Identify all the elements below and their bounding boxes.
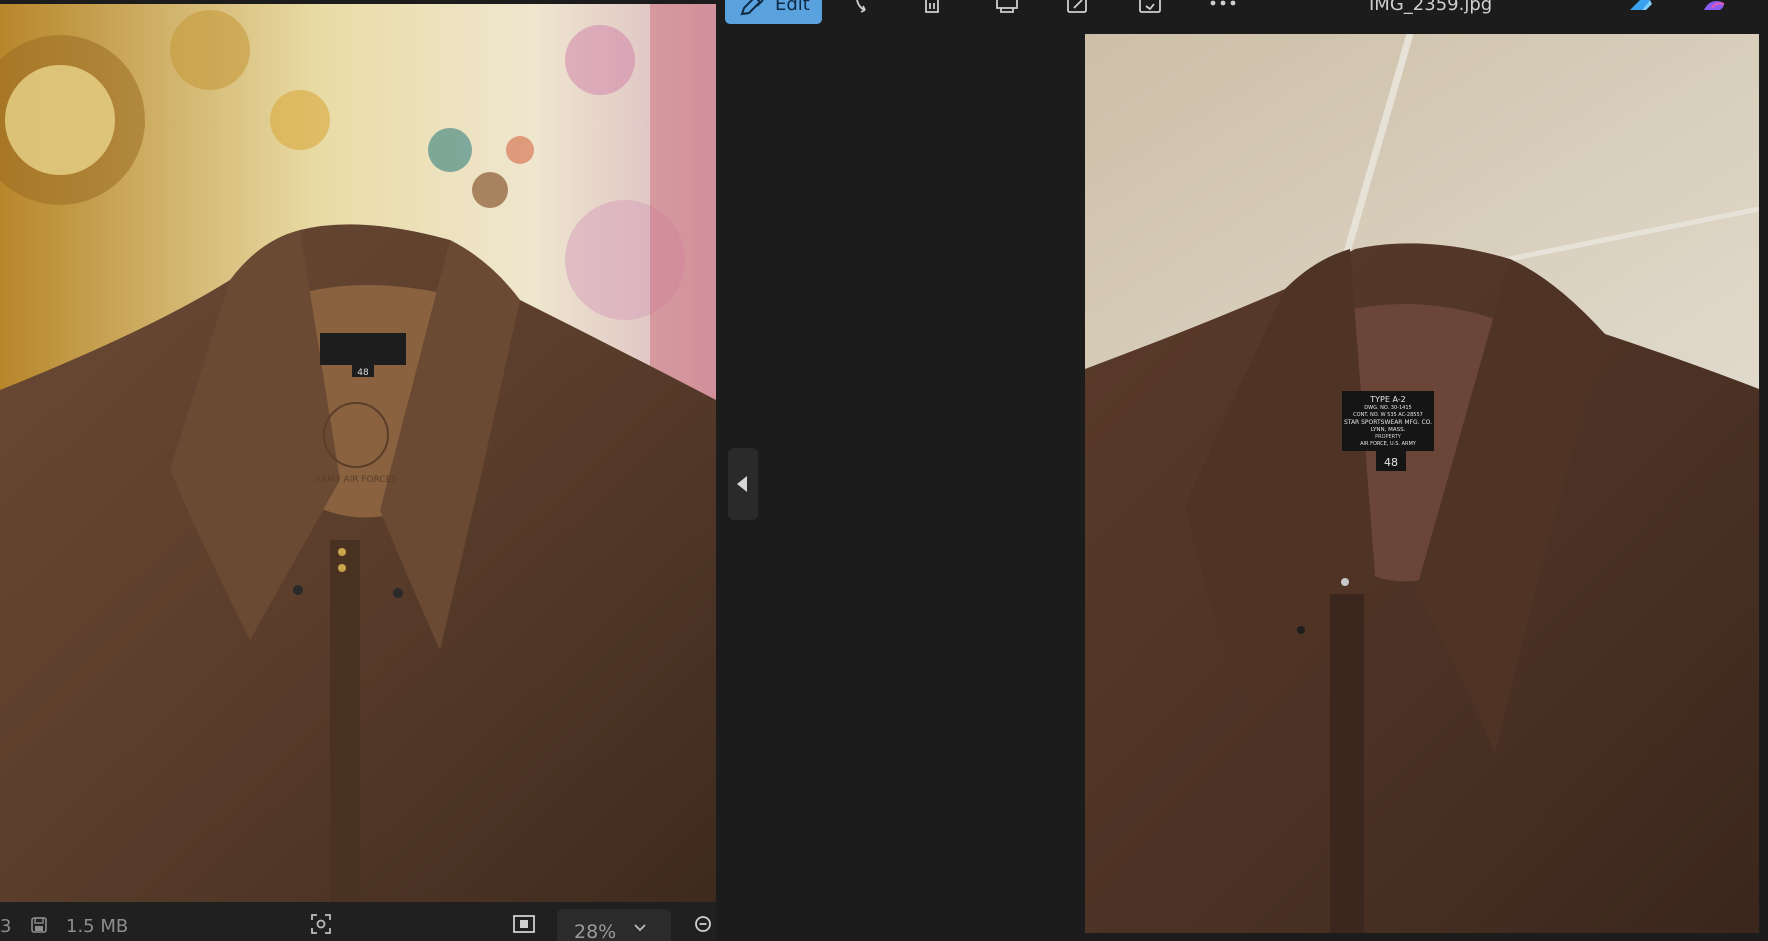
zoom-dropdown[interactable]: 28% [557,909,671,941]
edit-button[interactable]: Edit [725,0,822,24]
previous-image-button[interactable] [728,448,758,520]
desktop: 48 ARMY AIR FORCES 3 1.5 MB 28% Edit IMG… [0,0,1768,941]
previous-arrow-icon [735,475,749,493]
copilot-icon[interactable] [1702,0,1728,12]
crop-icon[interactable] [1138,0,1162,14]
jacket-photo-right: TYPE A-2 DWG. NO. 30-1415 CONT. NO. W 53… [1085,34,1759,933]
label-line-6: PROPERTY [1375,434,1402,440]
share-icon[interactable] [1066,0,1088,14]
label-line-5: LYNN, MASS. [1371,427,1406,433]
chevron-down-icon [633,923,647,933]
jacket-photo-left: 48 ARMY AIR FORCES [0,0,716,902]
edit-icon [739,0,765,16]
label-line-2: DWG. NO. 30-1415 [1364,405,1411,411]
label-line-4: STAR SPORTSWEAR MFG. CO. [1344,419,1432,426]
left-stamp-text: ARMY AIR FORCES [315,475,397,485]
file-name: IMG_2359.jpg [1369,0,1493,15]
item-count-fragment: 3 [0,916,12,937]
delete-icon[interactable] [922,0,942,14]
label-line-1: TYPE A-2 [1369,395,1405,404]
right-photo-image: TYPE A-2 DWG. NO. 30-1415 CONT. NO. W 53… [1085,34,1759,933]
edit-label: Edit [775,0,810,15]
more-icon[interactable] [1208,0,1238,10]
right-photo-viewer-window: Edit IMG_2359.jpg TYPE A-2 DWG. NO. 30-1… [716,0,1768,941]
toolbar: Edit IMG_2359.jpg [716,0,1768,28]
zoom-value: 28% [574,921,617,941]
label-line-3: CONT. NO. W 535 AC-28557 [1353,412,1423,418]
label-line-7: AIR FORCE, U.S. ARMY [1360,441,1417,447]
focus-icon[interactable] [310,913,332,935]
zoom-out-icon[interactable] [693,914,715,936]
left-photo-viewer-image: 48 ARMY AIR FORCES [0,0,716,902]
rotate-icon[interactable] [853,0,873,14]
label-size: 48 [1384,456,1398,469]
print-icon[interactable] [995,0,1019,14]
left-size-tag: 48 [357,368,369,378]
file-size: 1.5 MB [66,916,129,937]
fit-to-window-icon[interactable] [512,913,536,935]
designer-icon[interactable] [1628,0,1654,12]
save-icon[interactable] [30,916,48,934]
